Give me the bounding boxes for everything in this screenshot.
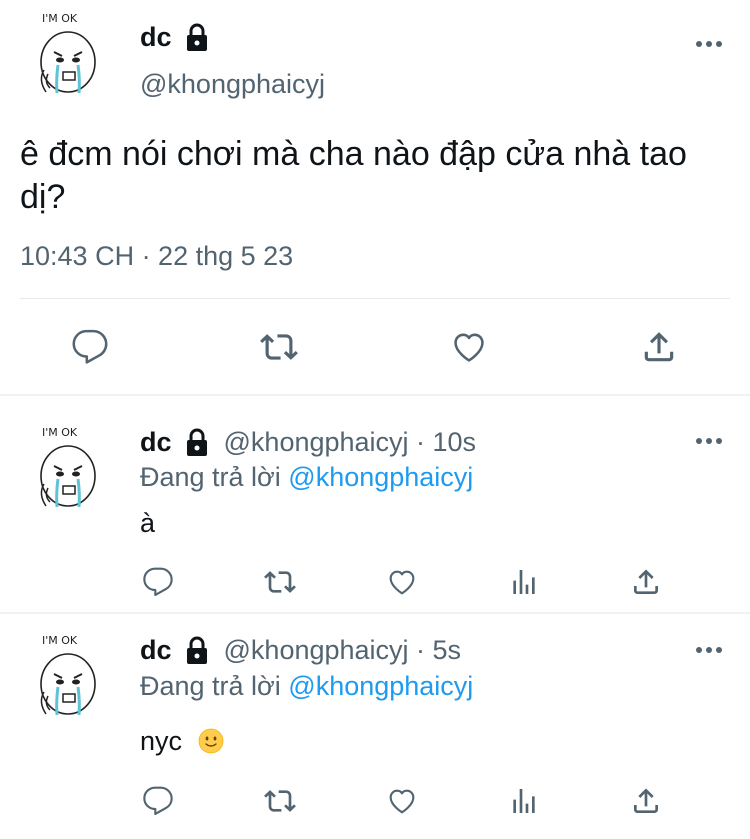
share-icon[interactable] (626, 562, 666, 602)
author-row: dc @khongphaicyj · 5s (140, 635, 461, 666)
like-icon[interactable] (382, 781, 422, 821)
retweet-icon[interactable] (259, 327, 299, 367)
replying-to: Đang trả lời @khongphaicyj (140, 671, 473, 702)
author-row: dc @khongphaicyj · 10s (140, 427, 476, 458)
retweet-icon[interactable] (260, 781, 300, 821)
share-icon[interactable] (626, 781, 666, 821)
avatar-caption: I'M OK (42, 426, 78, 439)
more-icon[interactable] (694, 645, 724, 655)
replying-to: Đang trả lời @khongphaicyj (140, 462, 473, 493)
avatar[interactable]: I'M OK (30, 424, 100, 514)
analytics-icon[interactable] (504, 562, 544, 602)
reply-icon[interactable] (70, 327, 110, 367)
replying-prefix: Đang trả lời (140, 671, 281, 701)
author-row: dc (140, 22, 210, 53)
author-handle-time[interactable]: @khongphaicyj · 10s (224, 427, 477, 458)
avatar-caption: I'M OK (42, 634, 78, 647)
section-divider (0, 612, 750, 614)
more-icon[interactable] (694, 436, 724, 446)
tweet-text: ê đcm nói chơi mà cha nào đập cửa nhà ta… (20, 135, 687, 216)
author-handle-time[interactable]: @khongphaicyj · 5s (224, 635, 462, 666)
reply-icon[interactable] (138, 781, 178, 821)
section-divider (0, 394, 750, 396)
tweet-text: à (140, 508, 156, 538)
replying-mention[interactable]: @khongphaicyj (288, 462, 473, 492)
like-icon[interactable] (449, 327, 489, 367)
reply-icon[interactable] (138, 562, 178, 602)
replying-mention[interactable]: @khongphaicyj (288, 671, 473, 701)
avatar-image: I'M OK (40, 426, 96, 508)
avatar-image: I'M OK (40, 634, 96, 716)
display-name[interactable]: dc (140, 22, 172, 53)
display-name[interactable]: dc (140, 635, 172, 666)
analytics-icon[interactable] (504, 781, 544, 821)
avatar-caption: I'M OK (42, 12, 78, 25)
tweet-text-row: nyc (140, 726, 224, 757)
display-name[interactable]: dc (140, 427, 172, 458)
share-icon[interactable] (639, 327, 679, 367)
avatar-image: I'M OK (40, 12, 96, 94)
tweet-timestamp[interactable]: 10:43 CH · 22 thg 5 23 (20, 241, 293, 272)
author-handle[interactable]: @khongphaicyj (140, 69, 325, 100)
avatar[interactable]: I'M OK (30, 632, 100, 722)
divider (20, 298, 730, 299)
retweet-icon[interactable] (260, 562, 300, 602)
lock-icon (184, 428, 210, 458)
avatar[interactable]: I'M OK (30, 10, 100, 100)
more-icon[interactable] (694, 39, 724, 49)
tweet-text: nyc (140, 726, 183, 756)
like-icon[interactable] (382, 562, 422, 602)
replying-prefix: Đang trả lời (140, 462, 281, 492)
lock-icon (184, 23, 210, 53)
slightly-smiling-face-icon (198, 728, 224, 754)
lock-icon (184, 636, 210, 666)
